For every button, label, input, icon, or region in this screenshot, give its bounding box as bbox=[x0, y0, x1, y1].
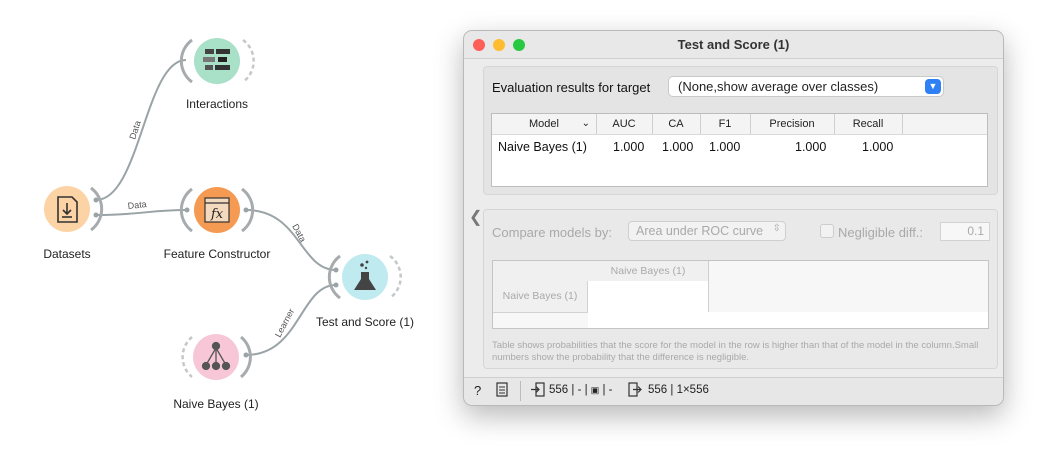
column-header-model[interactable]: Model ⌄ bbox=[492, 114, 597, 134]
cell-recall: 1.000 bbox=[862, 140, 894, 154]
column-header-auc[interactable]: AUC bbox=[596, 114, 653, 134]
target-select[interactable]: (None,show average over classes) ▼ bbox=[668, 76, 944, 97]
output-summary: 556 | 1×556 bbox=[648, 384, 709, 396]
results-table[interactable]: Model ⌄ AUC CA F1 Precision Recall Naive… bbox=[491, 113, 988, 187]
column-header-precision[interactable]: Precision bbox=[750, 114, 835, 134]
link-label-datasets-feature: Data bbox=[127, 199, 147, 211]
link-datasets-interactions[interactable] bbox=[95, 59, 187, 201]
target-label: Evaluation results for target bbox=[492, 80, 651, 95]
compare-row-header: Naive Bayes (1) bbox=[493, 281, 588, 313]
cell-precision: 1.000 bbox=[795, 140, 827, 154]
compare-select[interactable]: Area under ROC curve ⇳ bbox=[628, 221, 786, 241]
help-icon[interactable]: ? bbox=[474, 383, 481, 398]
updown-chevron-icon: ⇳ bbox=[772, 223, 781, 234]
link-feature-test[interactable] bbox=[245, 209, 337, 271]
node-interactions[interactable] bbox=[179, 38, 255, 84]
compare-table-body bbox=[588, 312, 988, 328]
title-bar[interactable]: Test and Score (1) bbox=[464, 31, 1003, 59]
results-table-header: Model ⌄ AUC CA F1 Precision Recall bbox=[492, 114, 987, 135]
chevron-left-icon[interactable]: ❮ bbox=[469, 207, 482, 227]
output-icon bbox=[628, 382, 642, 400]
compare-select-value: Area under ROC curve bbox=[636, 224, 764, 238]
test-and-score-window: Test and Score (1) Evaluation results fo… bbox=[463, 30, 1004, 406]
report-icon[interactable] bbox=[496, 382, 508, 400]
window-title: Test and Score (1) bbox=[677, 37, 790, 52]
node-label-naive-bayes[interactable]: Naive Bayes (1) bbox=[173, 397, 258, 411]
node-naive-bayes[interactable] bbox=[181, 334, 252, 380]
node-label-feature-constructor[interactable]: Feature Constructor bbox=[164, 247, 271, 261]
compare-cell bbox=[588, 281, 709, 313]
divider bbox=[520, 381, 521, 401]
target-select-value: (None,show average over classes) bbox=[678, 79, 879, 94]
node-label-interactions[interactable]: Interactions bbox=[186, 97, 248, 111]
status-bar: ? 556 | - | ▣ | - 556 | 1×556 bbox=[464, 377, 1003, 405]
negligible-checkbox[interactable] bbox=[820, 224, 834, 238]
input-summary: 556 | - | ▣ | - bbox=[549, 384, 613, 396]
link-label-naive-test: Learner bbox=[273, 307, 296, 339]
chevron-down-icon: ⌄ bbox=[581, 118, 590, 129]
column-header-f1[interactable]: F1 bbox=[700, 114, 751, 134]
chevron-down-icon: ▼ bbox=[925, 79, 941, 94]
svg-text:fx: fx bbox=[210, 207, 224, 222]
function-fx-icon: fx bbox=[204, 197, 230, 223]
link-datasets-feature[interactable] bbox=[95, 209, 187, 216]
node-label-datasets[interactable]: Datasets bbox=[43, 247, 90, 261]
compare-note: Table shows probabilities that the score… bbox=[492, 340, 979, 363]
node-circle bbox=[194, 38, 240, 84]
node-label-test-and-score[interactable]: Test and Score (1) bbox=[316, 315, 414, 329]
cell-model: Naive Bayes (1) bbox=[498, 140, 587, 154]
negligible-input[interactable]: 0.1 bbox=[940, 222, 990, 241]
compare-table[interactable]: Naive Bayes (1) Naive Bayes (1) bbox=[492, 260, 989, 329]
cell-f1: 1.000 bbox=[709, 140, 741, 154]
compare-label: Compare models by: bbox=[492, 225, 612, 240]
column-header-recall[interactable]: Recall bbox=[834, 114, 903, 134]
input-icon bbox=[531, 382, 545, 400]
negligible-label: Negligible diff.: bbox=[838, 225, 924, 240]
node-feature-constructor[interactable]: fx bbox=[179, 187, 255, 233]
node-test-and-score[interactable] bbox=[327, 254, 402, 300]
node-datasets[interactable] bbox=[44, 186, 104, 232]
column-header-ca[interactable]: CA bbox=[652, 114, 701, 134]
cell-auc: 1.000 bbox=[613, 140, 645, 154]
cell-ca: 1.000 bbox=[662, 140, 694, 154]
corner-cell bbox=[493, 261, 589, 282]
workflow-canvas[interactable]: Data Data Data Learner fx Interactions D… bbox=[0, 0, 460, 458]
compare-column-header: Naive Bayes (1) bbox=[588, 261, 709, 282]
